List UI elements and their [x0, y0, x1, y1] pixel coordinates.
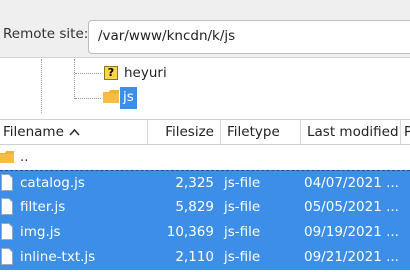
table-row[interactable]: filter.js 5,829 js-file 05/05/2021 ...: [0, 195, 410, 220]
file-name: catalog.js: [20, 175, 85, 191]
list-item-parent[interactable]: ..: [0, 145, 410, 170]
tree-item-heyuri[interactable]: heyuri: [124, 65, 167, 81]
folder-icon: [0, 151, 14, 163]
column-divider[interactable]: [400, 120, 401, 144]
file-modified: 09/19/2021 ...: [304, 224, 399, 240]
tree-item-js[interactable]: js: [120, 87, 137, 109]
file-icon: [1, 248, 13, 265]
column-filetype[interactable]: Filetype: [227, 120, 280, 144]
column-last-modified[interactable]: Last modified: [307, 120, 399, 144]
column-divider[interactable]: [147, 120, 148, 144]
file-list-header: Filename Filesize Filetype Last modified…: [0, 119, 410, 145]
file-name: inline-txt.js: [20, 249, 96, 265]
file-icon: [1, 223, 13, 240]
sort-ascending-icon: [69, 124, 80, 140]
tree-guide-line: [41, 59, 42, 113]
file-size: 2,110: [175, 249, 214, 265]
file-type: js-file: [224, 249, 261, 265]
column-filename[interactable]: Filename: [3, 120, 80, 144]
file-size: 2,325: [175, 175, 214, 191]
remote-directory-tree: ? heyuri js: [0, 59, 410, 113]
file-name: ..: [20, 149, 29, 165]
file-modified: 04/07/2021 ...: [304, 175, 399, 191]
question-folder-icon: ?: [104, 66, 118, 80]
remote-site-label: Remote site:: [3, 26, 89, 42]
file-type: js-file: [224, 175, 261, 191]
file-type: js-file: [224, 224, 261, 240]
file-icon: [1, 174, 13, 191]
file-type: js-file: [224, 199, 261, 215]
table-row[interactable]: img.js 10,369 js-file 09/19/2021 ...: [0, 220, 410, 245]
column-divider[interactable]: [220, 120, 221, 144]
file-name: filter.js: [20, 199, 66, 215]
file-size: 5,829: [175, 199, 214, 215]
file-modified: 09/21/2021 ...: [304, 249, 399, 265]
tree-branch-line: [75, 98, 101, 99]
file-name: img.js: [20, 224, 61, 240]
table-row[interactable]: inline-txt.js 2,110 js-file 09/21/2021 .…: [0, 245, 410, 270]
tree-guide-line: [74, 59, 75, 99]
file-icon: [1, 198, 13, 215]
column-permissions[interactable]: P: [404, 120, 410, 144]
folder-icon: [103, 90, 119, 103]
column-divider[interactable]: [300, 120, 301, 144]
table-row[interactable]: catalog.js 2,325 js-file 04/07/2021 ...: [0, 170, 410, 195]
remote-site-bar: Remote site: /var/www/kncdn/k/js: [0, 0, 410, 58]
file-size: 10,369: [166, 224, 214, 240]
remote-path-input[interactable]: /var/www/kncdn/k/js: [88, 20, 410, 54]
tree-branch-line: [75, 73, 101, 74]
file-modified: 05/05/2021 ...: [304, 199, 399, 215]
column-filesize[interactable]: Filesize: [160, 120, 214, 144]
